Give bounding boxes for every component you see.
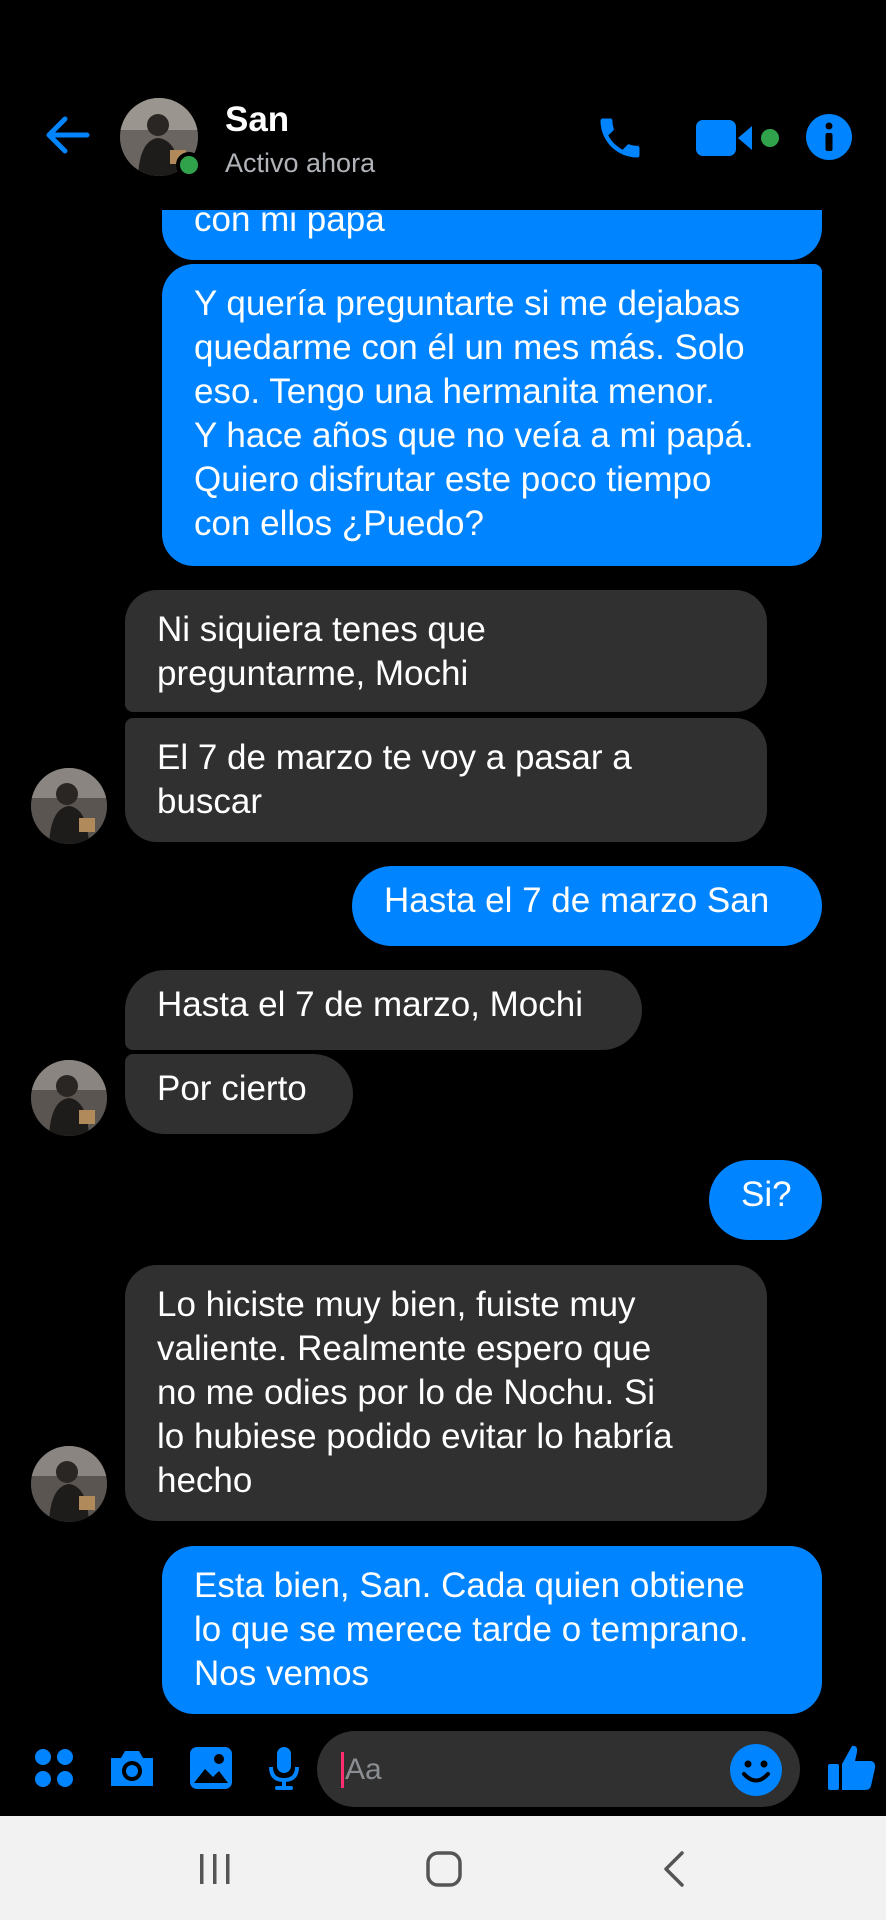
avatar-photo [31,768,107,844]
message-bubble-sent[interactable]: Y quería preguntarte si me dejabas queda… [162,264,822,566]
thumbs-up-icon[interactable] [824,1730,880,1806]
message-bubble-sent[interactable]: Hasta el 7 de marzo San [352,866,822,946]
phone-icon[interactable] [592,110,648,166]
message-bubble-received[interactable]: Por cierto [125,1054,353,1134]
message-bubble-received[interactable]: Lo hiciste muy bien, fuiste muy valiente… [125,1265,767,1521]
message-bubble-received[interactable]: El 7 de marzo te voy a pasar a buscar [125,718,767,842]
avatar-photo [31,1446,107,1522]
contact-avatar-small[interactable] [31,768,107,844]
message-thread[interactable]: con mi papá Y quería preguntarte si me d… [0,0,886,1730]
text-cursor [341,1752,344,1788]
avatar-photo [31,1060,107,1136]
contact-avatar[interactable] [120,98,202,178]
contact-name[interactable]: San [225,100,289,140]
back-icon[interactable] [654,1845,694,1893]
chat-header: San Activo ahora [0,0,886,210]
home-icon[interactable] [418,1845,470,1893]
back-arrow-icon[interactable] [40,108,94,162]
message-bubble-received[interactable]: Ni siquiera tenes que preguntarme, Mochi [125,590,767,712]
contact-avatar-small[interactable] [31,1060,107,1136]
video-camera-icon[interactable] [696,114,784,162]
contact-avatar-small[interactable] [31,1446,107,1522]
emoji-icon[interactable] [728,1742,784,1798]
info-icon[interactable] [804,112,854,162]
message-bubble-received[interactable]: Hasta el 7 de marzo, Mochi [125,970,642,1050]
message-bubble-sent[interactable]: Si? [709,1160,822,1240]
gallery-icon[interactable] [186,1730,236,1806]
message-bubble-sent[interactable]: Esta bien, San. Cada quien obtiene lo qu… [162,1546,822,1714]
apps-grid-icon[interactable] [30,1730,78,1806]
message-input-placeholder: Aa [345,1753,382,1786]
microphone-icon[interactable] [262,1730,306,1806]
contact-status: Activo ahora [225,148,376,178]
camera-icon[interactable] [106,1730,158,1806]
recent-apps-icon[interactable] [190,1845,240,1893]
online-status-dot [176,152,202,178]
